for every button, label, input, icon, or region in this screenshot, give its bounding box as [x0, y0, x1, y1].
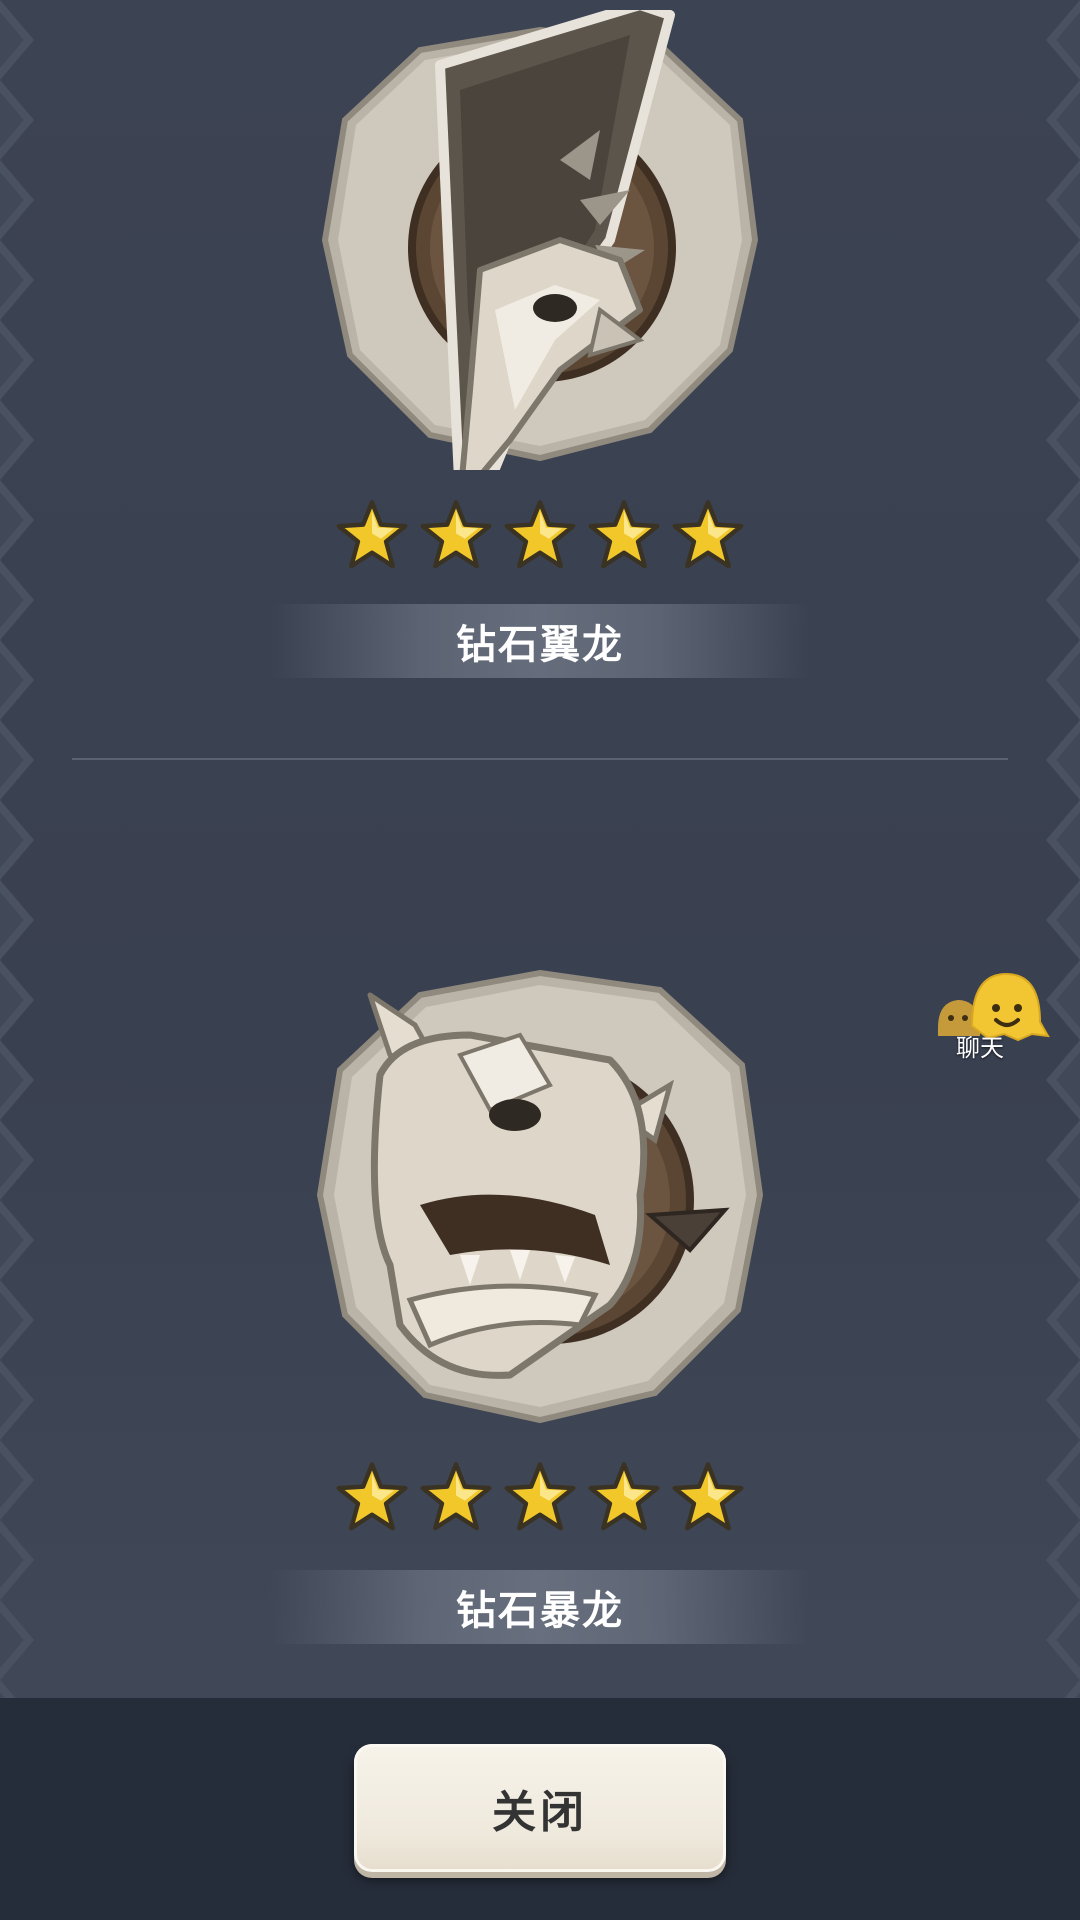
star-icon — [336, 500, 408, 569]
star-rating — [0, 498, 1080, 578]
star-icon — [504, 1462, 576, 1531]
star-icon — [588, 500, 660, 569]
chat-label: 聊天 — [956, 1034, 1004, 1062]
badge-card-pterodactyl: 钻石翼龙 — [0, 0, 1080, 740]
badge-name: 钻石暴龙 — [270, 1570, 810, 1644]
badge-reward-screen: 钻石翼龙 钻石暴龙 聊天 关闭 — [0, 0, 1080, 1920]
t-rex-skull-icon — [316, 969, 764, 1424]
close-button[interactable]: 关闭 — [354, 1744, 726, 1872]
star-icon — [420, 1462, 492, 1531]
badge-name: 钻石翼龙 — [270, 604, 810, 678]
star-icon — [420, 500, 492, 569]
badge-card-t-rex: 钻石暴龙 — [0, 760, 1080, 1660]
pterodactyl-skull-icon — [321, 10, 759, 470]
star-icon — [588, 1462, 660, 1531]
star-icon — [672, 1462, 744, 1531]
star-icon — [504, 500, 576, 569]
chat-button[interactable]: 聊天 — [936, 966, 1056, 1066]
star-rating — [0, 1460, 1080, 1540]
star-icon — [672, 500, 744, 569]
star-icon — [336, 1462, 408, 1531]
